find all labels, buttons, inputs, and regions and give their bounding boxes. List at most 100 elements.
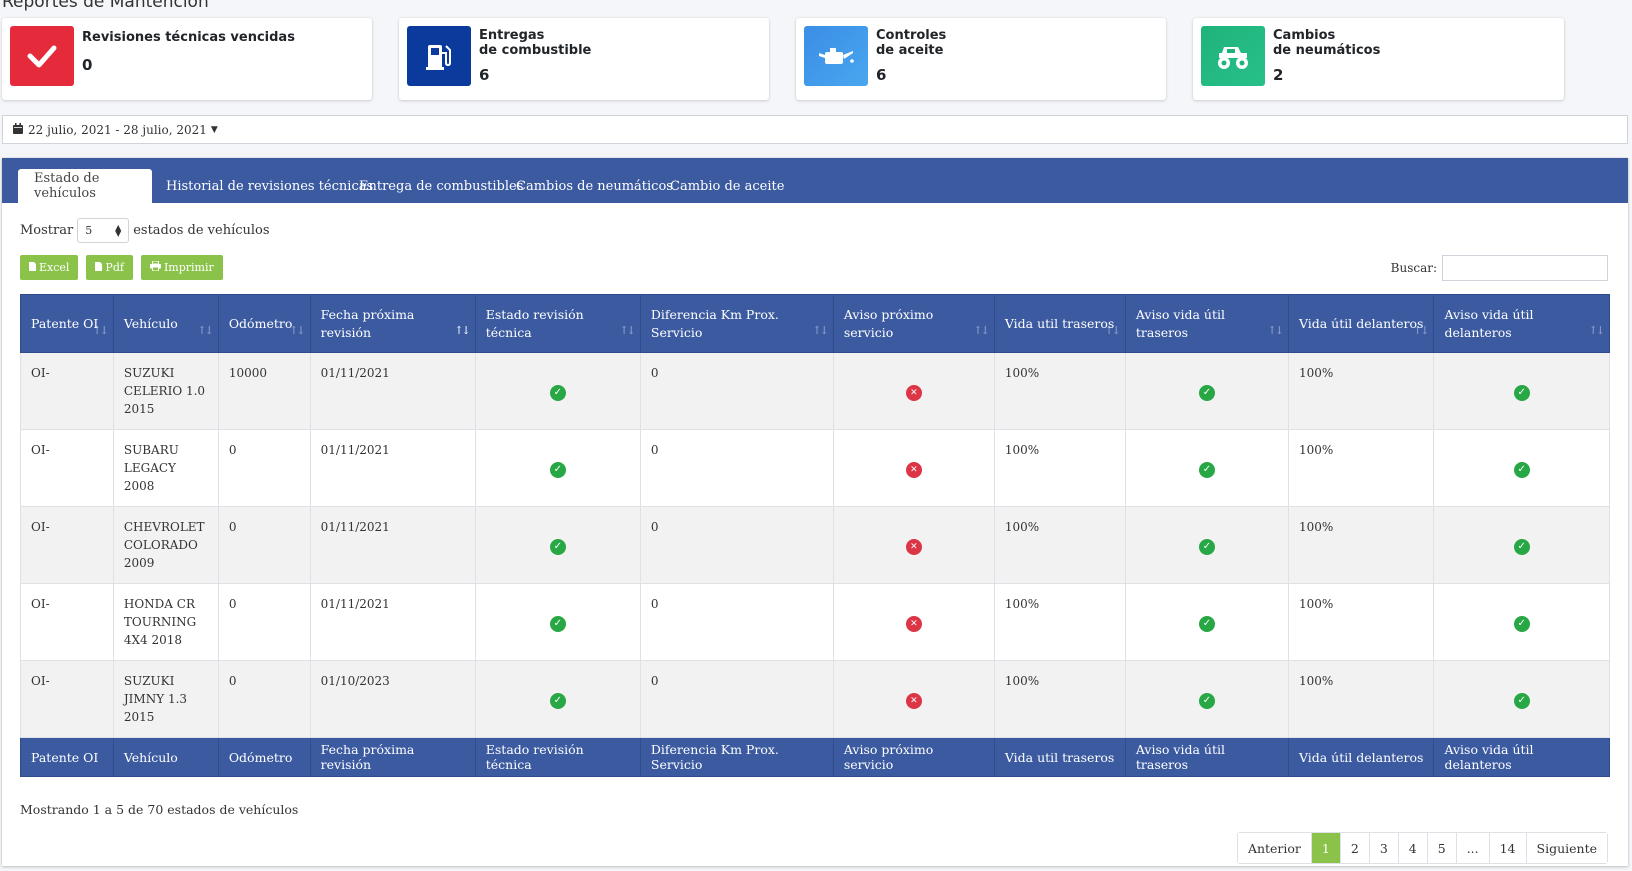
cell-fecha: 01/11/2021 <box>309 506 476 584</box>
cell-aviso: ✕ <box>832 429 995 507</box>
report-card: Estado de vehículos Historial de revisio… <box>2 158 1628 866</box>
tab-cambio-aceite[interactable]: Cambio de aceite <box>654 169 800 203</box>
cell-aviso_delanteros: ✓ <box>1433 583 1610 661</box>
check-circle-icon: ✓ <box>1513 692 1530 709</box>
cell-estado: ✓ <box>474 352 641 430</box>
cell-aviso: ✕ <box>832 352 995 430</box>
col-header[interactable]: Aviso vida útil traseros ↑↓ <box>1124 294 1289 353</box>
col-footer: Patente OI <box>20 737 114 777</box>
stat-label: Cambios de neumáticos <box>1273 28 1381 58</box>
tab-bar: Estado de vehículos Historial de revisio… <box>2 158 1628 203</box>
pager-page-button[interactable]: 1 <box>1310 833 1340 863</box>
stat-value: 0 <box>82 56 93 74</box>
col-header[interactable]: Patente OI ↑↓ <box>20 294 114 353</box>
search-control: Buscar: <box>1391 255 1608 281</box>
table-row: OI- SUZUKI CELERIO 1.0 2015 10000 01/11/202… <box>20 352 1610 430</box>
cell-fecha: 01/11/2021 <box>309 429 476 507</box>
cell-delanteros: 100% <box>1287 352 1435 430</box>
col-header[interactable]: Fecha próxima revisión ↑↓ <box>309 294 476 353</box>
sort-icon: ↑↓ <box>1104 324 1121 337</box>
pager-page-button[interactable]: 5 <box>1426 833 1456 863</box>
cell-vehiculo: SUBARU LEGACY 2008 <box>112 429 219 507</box>
sort-icon: ↑↓ <box>973 324 990 337</box>
monster-truck-icon <box>1201 26 1265 86</box>
stat-label: Controles de aceite <box>876 28 947 58</box>
col-footer: Aviso vida útil delanteros <box>1433 737 1610 777</box>
cell-diferencia: 0 <box>639 660 834 738</box>
sort-icon: ↑↓ <box>1588 324 1606 337</box>
cell-fecha: 01/10/2023 <box>309 660 476 738</box>
col-header[interactable]: Estado revisión técnica ↑↓ <box>474 294 641 353</box>
col-footer: Diferencia Km Prox. Servicio <box>639 737 834 777</box>
pager-page-button[interactable]: 14 <box>1488 833 1526 863</box>
sort-icon: ↑↓ <box>1413 324 1430 337</box>
table-footer-row: Patente OI Vehículo Odómetro Fecha próxi… <box>20 737 1610 777</box>
cell-aviso_delanteros: ✓ <box>1433 429 1610 507</box>
check-circle-icon: ✓ <box>1513 461 1530 478</box>
col-header[interactable]: Vida útil delanteros ↑↓ <box>1287 294 1435 353</box>
cell-aviso_traseros: ✓ <box>1124 583 1289 661</box>
table-info: Mostrando 1 a 5 de 70 estados de vehícul… <box>20 802 299 817</box>
cell-diferencia: 0 <box>639 352 834 430</box>
length-control: Mostrar 5 ▲ ▼ estados de vehículos <box>20 218 270 243</box>
excel-button[interactable]: Excel <box>20 255 79 280</box>
cell-aviso: ✕ <box>832 506 995 584</box>
pager-prev-button[interactable]: Anterior <box>1237 833 1311 863</box>
sort-desc-icon: ↑↓ <box>454 324 471 337</box>
search-label: Buscar: <box>1390 261 1437 275</box>
tab-estado-vehiculos[interactable]: Estado de vehículos <box>18 169 152 203</box>
col-header[interactable]: Aviso vida útil delanteros ↑↓ <box>1433 294 1610 353</box>
pdf-button[interactable]: Pdf <box>86 255 133 280</box>
cell-traseros: 100% <box>993 429 1126 507</box>
x-circle-icon: ✕ <box>905 615 922 632</box>
pager-page-button[interactable]: 3 <box>1368 833 1398 863</box>
check-circle-icon: ✓ <box>1198 692 1215 709</box>
search-input[interactable] <box>1442 255 1608 281</box>
pager-page-button[interactable]: 2 <box>1339 833 1369 863</box>
print-label: Imprimir <box>163 261 214 274</box>
cell-odometro: 0 <box>217 660 311 738</box>
cell-aviso_traseros: ✓ <box>1124 660 1289 738</box>
fuel-pump-icon <box>407 26 471 86</box>
pager-next-button[interactable]: Siguiente <box>1525 833 1607 863</box>
table-row: OI- SUBARU LEGACY 2008 0 01/11/2021 ✓ 0 ✕ 100% ✓… <box>20 429 1610 507</box>
length-prefix: Mostrar <box>20 223 74 238</box>
pdf-label: Pdf <box>105 261 124 274</box>
sort-icon: ↑↓ <box>812 324 829 337</box>
cell-delanteros: 100% <box>1287 660 1435 738</box>
cell-delanteros: 100% <box>1287 506 1435 584</box>
daterange-picker[interactable]: 22 julio, 2021 - 28 julio, 2021 ▼ <box>2 115 1628 144</box>
col-header[interactable]: Odómetro ↑↓ <box>217 294 311 353</box>
sort-icon: ↑↓ <box>197 324 214 337</box>
check-circle-icon: ✓ <box>1198 538 1215 555</box>
sort-icon: ↑↓ <box>619 324 636 337</box>
cell-aviso_delanteros: ✓ <box>1433 352 1610 430</box>
length-select[interactable]: 5 ▲ ▼ <box>77 218 130 243</box>
x-circle-icon: ✕ <box>905 384 922 401</box>
col-header[interactable]: Diferencia Km Prox. Servicio ↑↓ <box>639 294 834 353</box>
cell-vehiculo: SUZUKI CELERIO 1.0 2015 <box>112 352 219 430</box>
cell-fecha: 01/11/2021 <box>309 352 476 430</box>
pager-page-button[interactable]: 4 <box>1397 833 1427 863</box>
pager-page-button[interactable]: ... <box>1455 833 1489 863</box>
cell-vehiculo: CHEVROLET COLORADO 2009 <box>112 506 219 584</box>
col-header[interactable]: Vida util traseros ↑↓ <box>993 294 1126 353</box>
check-circle-icon: ✓ <box>549 461 566 478</box>
col-header[interactable]: Aviso próximo servicio ↑↓ <box>832 294 995 353</box>
col-header[interactable]: Vehículo ↑↓ <box>112 294 219 353</box>
cell-fecha: 01/11/2021 <box>309 583 476 661</box>
col-footer: Odómetro <box>217 737 311 777</box>
cell-aviso: ✕ <box>832 660 995 738</box>
check-circle-icon: ✓ <box>1513 384 1530 401</box>
length-suffix: estados de vehículos <box>133 223 270 238</box>
cell-aviso_traseros: ✓ <box>1124 352 1289 430</box>
stat-label: Revisiones técnicas vencidas <box>82 30 295 45</box>
col-footer: Vida útil delanteros <box>1287 737 1435 777</box>
table-row: OI- CHEVROLET COLORADO 2009 0 01/11/2021 ✓ 0 ✕… <box>20 506 1610 584</box>
daterange-value: 22 julio, 2021 - 28 julio, 2021 <box>28 122 207 137</box>
select-arrows-icon: ▲ ▼ <box>115 222 122 238</box>
excel-label: Excel <box>39 261 70 274</box>
check-icon <box>10 26 74 86</box>
print-button[interactable]: Imprimir <box>140 255 223 280</box>
pagination: Anterior 1 2 3 4 5... 14 Siguiente <box>1236 832 1608 864</box>
